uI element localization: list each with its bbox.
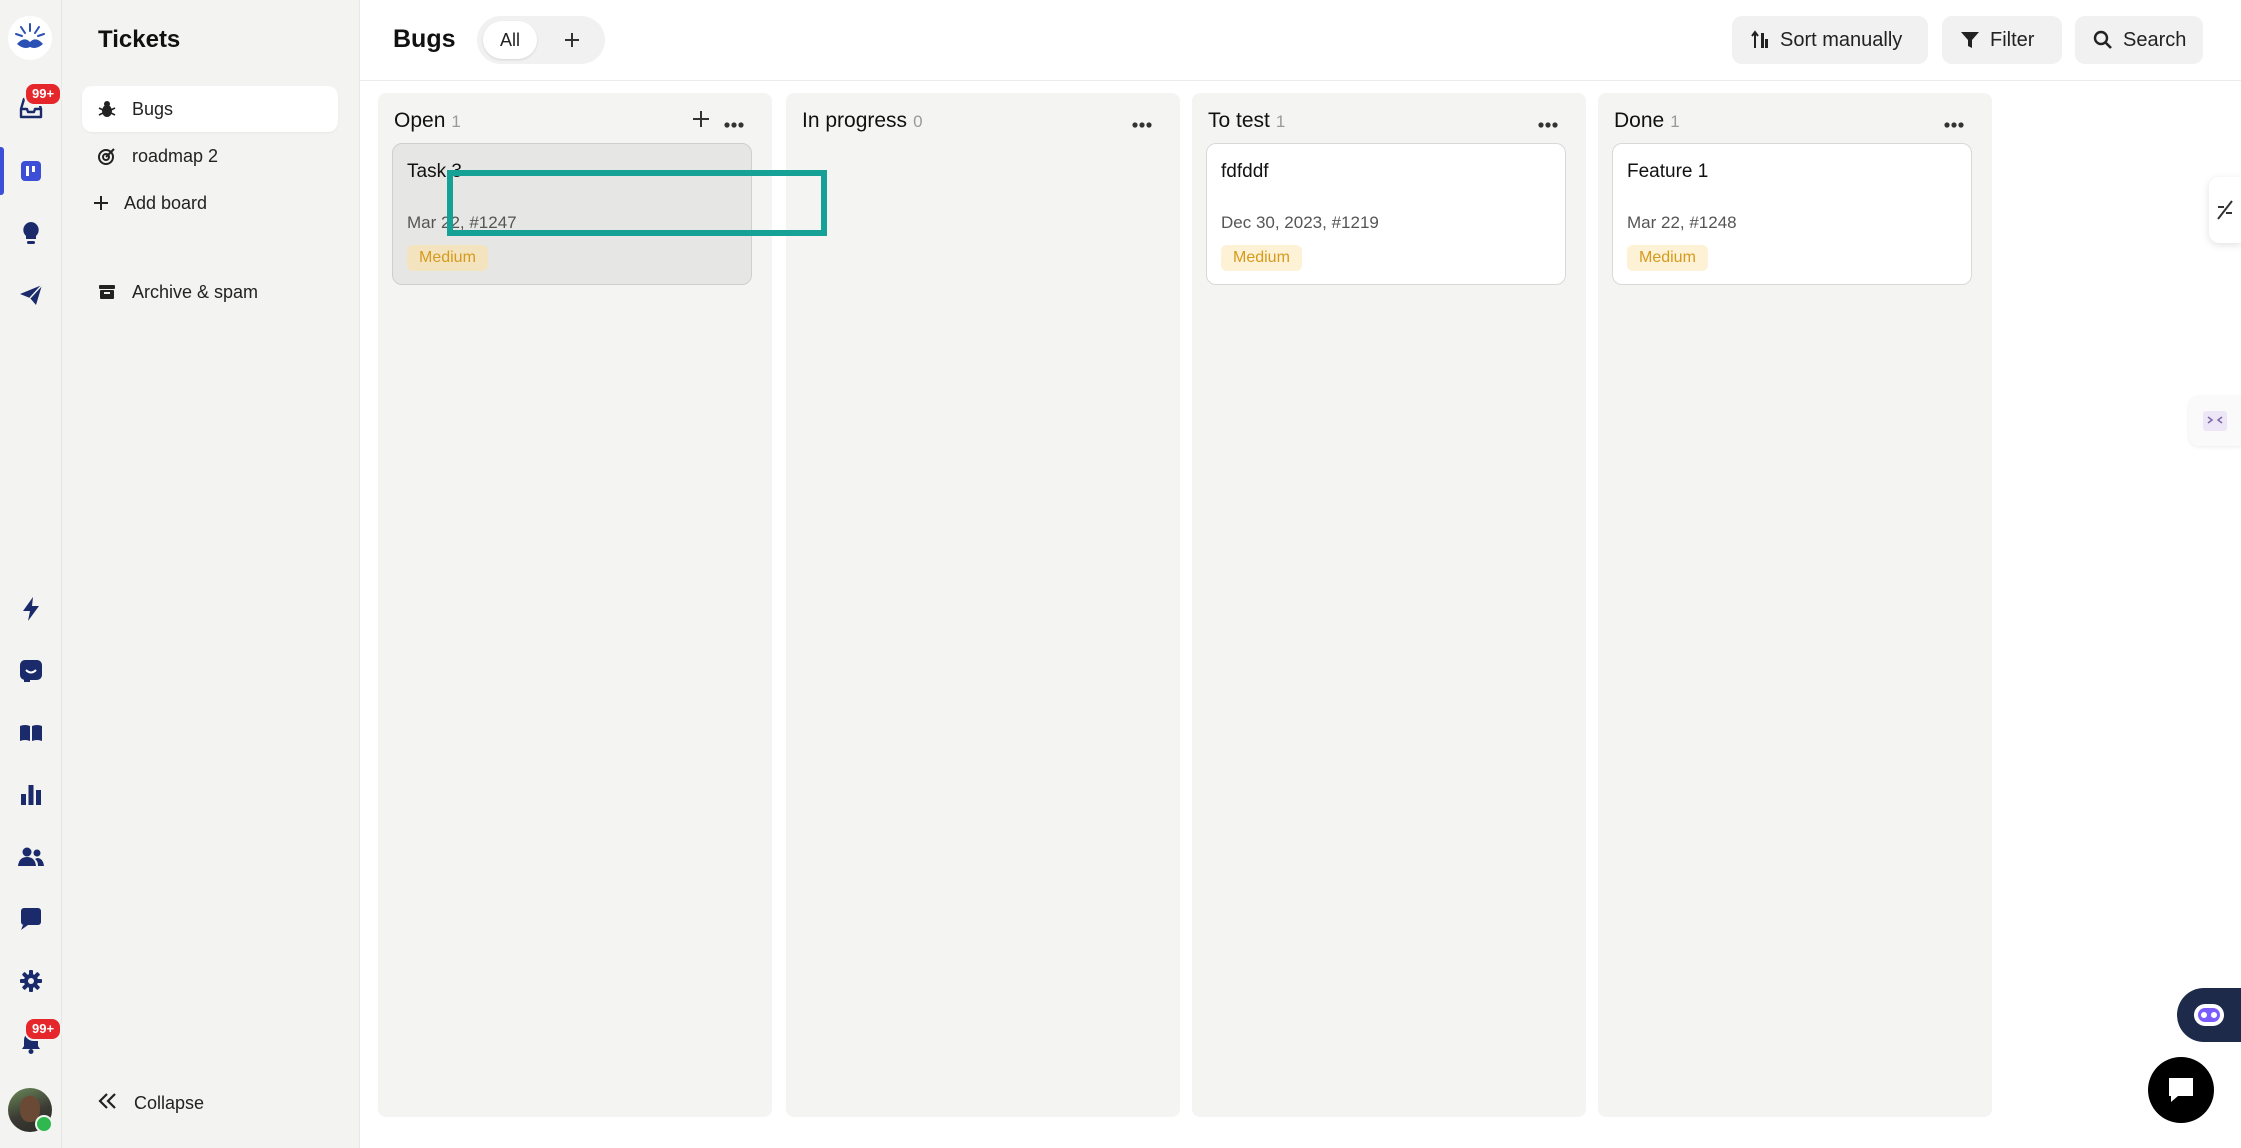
- sidebar-item-bugs[interactable]: Bugs: [82, 86, 338, 132]
- column-title: To test 1: [1208, 109, 1285, 133]
- plus-icon: [90, 192, 112, 214]
- search-button[interactable]: Search: [2075, 16, 2203, 64]
- card-title: Feature 1: [1627, 161, 1709, 182]
- inbox-badge: 99+: [24, 82, 63, 106]
- smiley-icon[interactable]: [0, 649, 61, 693]
- column-more-icon[interactable]: [1944, 115, 1964, 133]
- icon-rail: 99+ 99+: [0, 0, 63, 1148]
- view-tabs: All: [477, 16, 605, 64]
- column-more-icon[interactable]: [724, 115, 744, 133]
- collapse-button[interactable]: Collapse: [98, 1092, 204, 1115]
- priority-badge: Medium: [1221, 245, 1302, 271]
- sidebar-item-label: Archive & spam: [132, 281, 259, 302]
- board-icon[interactable]: [0, 149, 61, 193]
- gear-icon[interactable]: [0, 959, 61, 1003]
- column-title-text: To test: [1208, 109, 1270, 132]
- users-icon[interactable]: [0, 835, 61, 879]
- sidebar-title: Tickets: [98, 26, 181, 53]
- column-title-text: Open: [394, 109, 446, 132]
- book-icon[interactable]: [0, 711, 61, 755]
- plus-icon: [693, 111, 709, 127]
- bolt-icon[interactable]: [0, 587, 61, 631]
- priority-badge: Medium: [407, 245, 488, 271]
- column-title: Done 1: [1614, 109, 1680, 133]
- live-chat-button[interactable]: [2148, 1057, 2214, 1123]
- column-in-progress: In progress 0: [786, 93, 1180, 1117]
- avatar[interactable]: [8, 1088, 53, 1133]
- add-view-button[interactable]: [549, 21, 595, 59]
- bot-assistant-button[interactable]: [2177, 988, 2241, 1042]
- filter-label: Filter: [1990, 28, 2035, 51]
- column-title: In progress 0: [802, 109, 923, 133]
- ticket-card[interactable]: Feature 1 Mar 22, #1248 Medium: [1612, 143, 1972, 285]
- bug-icon: [96, 98, 118, 120]
- send-icon[interactable]: [0, 273, 61, 317]
- double-chevron-left-icon: [98, 1092, 118, 1115]
- column-count: 0: [913, 112, 923, 131]
- online-status-dot: [35, 1115, 53, 1133]
- card-title: fdfddf: [1221, 161, 1269, 182]
- bar-chart-icon[interactable]: [0, 773, 61, 817]
- plus-icon: [565, 33, 579, 47]
- card-meta: Mar 22, #1248: [1627, 213, 1737, 232]
- resize-icon: [2217, 200, 2233, 220]
- sidebar-item-label: roadmap 2: [132, 145, 219, 166]
- target-icon: [96, 145, 118, 167]
- search-icon: [2093, 30, 2113, 50]
- sort-manually-button[interactable]: Sort manually: [1732, 16, 1928, 64]
- sidebar-item-roadmap-2[interactable]: roadmap 2: [82, 133, 338, 179]
- tickets-sidebar: Tickets Bugs roadmap 2 Add board Archive…: [62, 0, 360, 1148]
- add-card-button[interactable]: [692, 110, 710, 133]
- column-count: 1: [1670, 112, 1680, 131]
- filter-icon: [1960, 31, 1980, 49]
- column-done: Done 1 Feature 1 Mar 22, #1248 Medium: [1598, 93, 1992, 1117]
- bot-icon: [2194, 1004, 2224, 1026]
- ticket-card[interactable]: fdfddf Dec 30, 2023, #1219 Medium: [1206, 143, 1566, 285]
- card-meta: Dec 30, 2023, #1219: [1221, 213, 1379, 232]
- page-title: Bugs: [393, 25, 456, 53]
- column-more-icon[interactable]: [1538, 115, 1558, 133]
- column-count: 1: [1275, 112, 1286, 131]
- sidebar-item-archive[interactable]: Archive & spam: [82, 269, 338, 315]
- lightbulb-icon[interactable]: [0, 211, 61, 255]
- sort-icon: [1750, 30, 1770, 50]
- column-title-text: Done: [1614, 109, 1665, 132]
- add-board-label: Add board: [124, 192, 208, 213]
- column-title: Open 1: [394, 109, 461, 133]
- column-title-text: In progress: [802, 109, 908, 132]
- board-header: Bugs All Sort manually Filter Search: [360, 0, 2241, 81]
- chat-icon: [2169, 1078, 2193, 1102]
- filter-button[interactable]: Filter: [1942, 16, 2062, 64]
- tab-all[interactable]: All: [483, 21, 537, 59]
- collapse-label: Collapse: [134, 1093, 205, 1113]
- archive-icon: [96, 281, 118, 303]
- sort-label: Sort manually: [1780, 28, 1903, 51]
- add-board-button[interactable]: Add board: [82, 180, 338, 226]
- search-label: Search: [2123, 28, 2187, 51]
- column-open: Open 1 Task 3 Mar 22, #1247 Medium: [378, 93, 772, 1117]
- sidebar-item-label: Bugs: [132, 98, 174, 119]
- column-count: 1: [451, 112, 461, 131]
- column-more-icon[interactable]: [1132, 115, 1152, 133]
- column-to-test: To test 1 fdfddf Dec 30, 2023, #1219 Medi…: [1192, 93, 1586, 1117]
- priority-badge: Medium: [1627, 245, 1708, 271]
- extension-tab[interactable]: [2189, 396, 2241, 446]
- drag-highlight-outline: [447, 170, 827, 236]
- logo-icon[interactable]: [8, 16, 52, 60]
- side-panel-tab[interactable]: [2209, 177, 2241, 243]
- chat-device-icon[interactable]: [0, 897, 61, 941]
- code-icon: [2203, 411, 2227, 431]
- notifications-badge: 99+: [24, 1017, 63, 1041]
